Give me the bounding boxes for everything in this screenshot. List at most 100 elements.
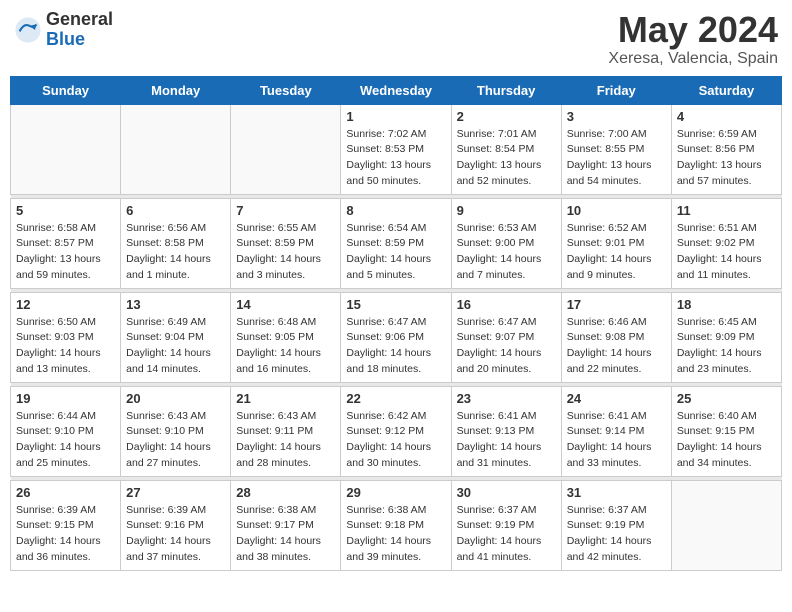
day-number: 11 — [677, 203, 776, 218]
day-info: Sunrise: 6:59 AMSunset: 8:56 PMDaylight:… — [677, 127, 776, 190]
week-row: 26Sunrise: 6:39 AMSunset: 9:15 PMDayligh… — [11, 480, 782, 570]
day-info: Sunrise: 6:47 AMSunset: 9:06 PMDaylight:… — [346, 315, 445, 378]
calendar-cell: 17Sunrise: 6:46 AMSunset: 9:08 PMDayligh… — [561, 292, 671, 382]
day-number: 14 — [236, 297, 335, 312]
day-number: 1 — [346, 109, 445, 124]
day-number: 16 — [457, 297, 556, 312]
calendar-cell: 4 Sunrise: 6:59 AMSunset: 8:56 PMDaylight… — [671, 104, 781, 194]
day-number: 30 — [457, 485, 556, 500]
day-info: Sunrise: 6:53 AMSunset: 9:00 PMDaylight:… — [457, 221, 556, 284]
day-info: Sunrise: 6:45 AMSunset: 9:09 PMDaylight:… — [677, 315, 776, 378]
calendar-cell: 31 Sunrise: 6:37 AMSunset: 9:19 PMDayligh… — [561, 480, 671, 570]
day-info: Sunrise: 6:43 AMSunset: 9:11 PMDaylight:… — [236, 409, 335, 472]
logo-general-text: General — [46, 10, 113, 30]
calendar-cell: 28Sunrise: 6:38 AMSunset: 9:17 PMDayligh… — [231, 480, 341, 570]
calendar-cell: 6 Sunrise: 6:56 AMSunset: 8:58 PMDaylight… — [121, 198, 231, 288]
calendar-cell: 23 Sunrise: 6:41 AMSunset: 9:13 PMDayligh… — [451, 386, 561, 476]
day-number: 4 — [677, 109, 776, 124]
day-of-week-header: Thursday — [451, 76, 561, 104]
calendar-cell: 8Sunrise: 6:54 AMSunset: 8:59 PMDaylight… — [341, 198, 451, 288]
day-info: Sunrise: 6:55 AMSunset: 8:59 PMDaylight:… — [236, 221, 335, 284]
day-info: Sunrise: 7:01 AMSunset: 8:54 PMDaylight:… — [457, 127, 556, 190]
calendar-cell: 11 Sunrise: 6:51 AMSunset: 9:02 PMDayligh… — [671, 198, 781, 288]
calendar-header-row: SundayMondayTuesdayWednesdayThursdayFrid… — [11, 76, 782, 104]
day-number: 6 — [126, 203, 225, 218]
day-info: Sunrise: 6:41 AMSunset: 9:14 PMDaylight:… — [567, 409, 666, 472]
day-number: 13 — [126, 297, 225, 312]
day-info: Sunrise: 6:43 AMSunset: 9:10 PMDaylight:… — [126, 409, 225, 472]
day-info: Sunrise: 6:37 AMSunset: 9:19 PMDaylight:… — [567, 503, 666, 566]
calendar-cell — [11, 104, 121, 194]
calendar-cell: 21 Sunrise: 6:43 AMSunset: 9:11 PMDayligh… — [231, 386, 341, 476]
day-number: 21 — [236, 391, 335, 406]
logo-blue-text: Blue — [46, 30, 113, 50]
calendar-cell: 14Sunrise: 6:48 AMSunset: 9:05 PMDayligh… — [231, 292, 341, 382]
day-info: Sunrise: 6:44 AMSunset: 9:10 PMDaylight:… — [16, 409, 115, 472]
day-info: Sunrise: 6:49 AMSunset: 9:04 PMDaylight:… — [126, 315, 225, 378]
day-number: 10 — [567, 203, 666, 218]
day-of-week-header: Wednesday — [341, 76, 451, 104]
calendar-table: SundayMondayTuesdayWednesdayThursdayFrid… — [10, 76, 782, 571]
day-info: Sunrise: 6:41 AMSunset: 9:13 PMDaylight:… — [457, 409, 556, 472]
day-info: Sunrise: 6:47 AMSunset: 9:07 PMDaylight:… — [457, 315, 556, 378]
page-header: General Blue May 2024 Xeresa, Valencia, … — [10, 10, 782, 68]
day-number: 31 — [567, 485, 666, 500]
calendar-cell: 18 Sunrise: 6:45 AMSunset: 9:09 PMDayligh… — [671, 292, 781, 382]
day-info: Sunrise: 6:39 AMSunset: 9:15 PMDaylight:… — [16, 503, 115, 566]
calendar-cell: 16 Sunrise: 6:47 AMSunset: 9:07 PMDayligh… — [451, 292, 561, 382]
day-number: 24 — [567, 391, 666, 406]
calendar-cell: 19Sunrise: 6:44 AMSunset: 9:10 PMDayligh… — [11, 386, 121, 476]
day-info: Sunrise: 6:40 AMSunset: 9:15 PMDaylight:… — [677, 409, 776, 472]
day-of-week-header: Friday — [561, 76, 671, 104]
calendar-cell: 9 Sunrise: 6:53 AMSunset: 9:00 PMDaylight… — [451, 198, 561, 288]
calendar-cell: 7 Sunrise: 6:55 AMSunset: 8:59 PMDaylight… — [231, 198, 341, 288]
day-of-week-header: Sunday — [11, 76, 121, 104]
calendar-cell: 24 Sunrise: 6:41 AMSunset: 9:14 PMDayligh… — [561, 386, 671, 476]
day-number: 17 — [567, 297, 666, 312]
day-of-week-header: Saturday — [671, 76, 781, 104]
day-number: 25 — [677, 391, 776, 406]
day-of-week-header: Monday — [121, 76, 231, 104]
location-subtitle: Xeresa, Valencia, Spain — [608, 50, 778, 68]
day-number: 23 — [457, 391, 556, 406]
day-number: 9 — [457, 203, 556, 218]
day-number: 27 — [126, 485, 225, 500]
day-info: Sunrise: 6:39 AMSunset: 9:16 PMDaylight:… — [126, 503, 225, 566]
calendar-cell: 1 Sunrise: 7:02 AMSunset: 8:53 PMDaylight… — [341, 104, 451, 194]
title-section: May 2024 Xeresa, Valencia, Spain — [608, 10, 778, 68]
day-number: 18 — [677, 297, 776, 312]
calendar-cell — [231, 104, 341, 194]
logo: General Blue — [14, 10, 113, 50]
month-year-title: May 2024 — [608, 10, 778, 50]
day-info: Sunrise: 6:54 AMSunset: 8:59 PMDaylight:… — [346, 221, 445, 284]
calendar-cell — [121, 104, 231, 194]
calendar-cell: 30 Sunrise: 6:37 AMSunset: 9:19 PMDayligh… — [451, 480, 561, 570]
day-info: Sunrise: 7:02 AMSunset: 8:53 PMDaylight:… — [346, 127, 445, 190]
day-info: Sunrise: 6:37 AMSunset: 9:19 PMDaylight:… — [457, 503, 556, 566]
day-info: Sunrise: 6:56 AMSunset: 8:58 PMDaylight:… — [126, 221, 225, 284]
day-number: 20 — [126, 391, 225, 406]
day-info: Sunrise: 6:51 AMSunset: 9:02 PMDaylight:… — [677, 221, 776, 284]
calendar-cell: 5 Sunrise: 6:58 AMSunset: 8:57 PMDaylight… — [11, 198, 121, 288]
day-info: Sunrise: 6:38 AMSunset: 9:18 PMDaylight:… — [346, 503, 445, 566]
day-number: 12 — [16, 297, 115, 312]
calendar-cell: 22Sunrise: 6:42 AMSunset: 9:12 PMDayligh… — [341, 386, 451, 476]
week-row: 1 Sunrise: 7:02 AMSunset: 8:53 PMDaylight… — [11, 104, 782, 194]
calendar-cell: 13 Sunrise: 6:49 AMSunset: 9:04 PMDayligh… — [121, 292, 231, 382]
day-number: 2 — [457, 109, 556, 124]
calendar-cell: 15Sunrise: 6:47 AMSunset: 9:06 PMDayligh… — [341, 292, 451, 382]
calendar-cell: 25 Sunrise: 6:40 AMSunset: 9:15 PMDayligh… — [671, 386, 781, 476]
calendar-cell: 27 Sunrise: 6:39 AMSunset: 9:16 PMDayligh… — [121, 480, 231, 570]
week-row: 19Sunrise: 6:44 AMSunset: 9:10 PMDayligh… — [11, 386, 782, 476]
week-row: 5 Sunrise: 6:58 AMSunset: 8:57 PMDaylight… — [11, 198, 782, 288]
calendar-cell: 2 Sunrise: 7:01 AMSunset: 8:54 PMDaylight… — [451, 104, 561, 194]
day-number: 22 — [346, 391, 445, 406]
day-number: 7 — [236, 203, 335, 218]
day-info: Sunrise: 6:58 AMSunset: 8:57 PMDaylight:… — [16, 221, 115, 284]
day-info: Sunrise: 6:50 AMSunset: 9:03 PMDaylight:… — [16, 315, 115, 378]
calendar-cell: 12 Sunrise: 6:50 AMSunset: 9:03 PMDayligh… — [11, 292, 121, 382]
day-number: 5 — [16, 203, 115, 218]
calendar-cell: 29Sunrise: 6:38 AMSunset: 9:18 PMDayligh… — [341, 480, 451, 570]
day-number: 28 — [236, 485, 335, 500]
calendar-cell: 3Sunrise: 7:00 AMSunset: 8:55 PMDaylight… — [561, 104, 671, 194]
